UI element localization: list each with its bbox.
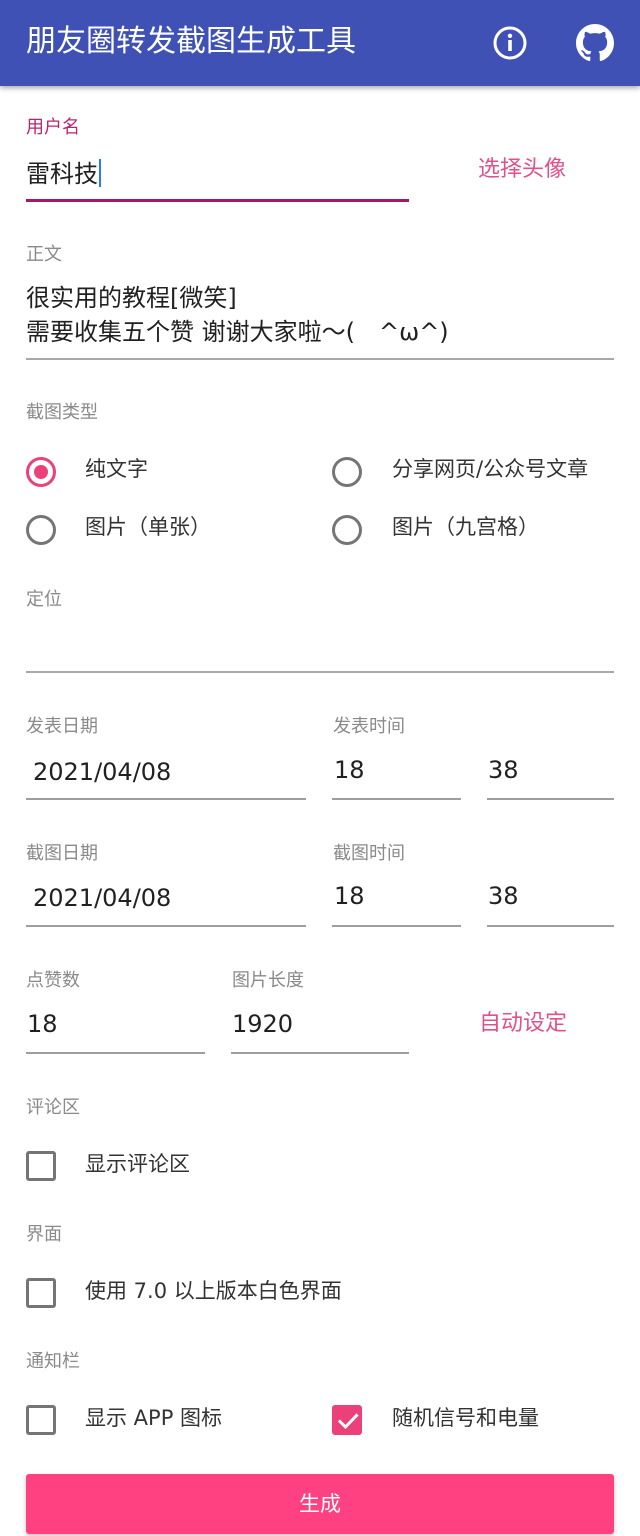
screenshot-type-label: 截图类型 [26,402,98,423]
radio-nine-grid[interactable] [332,515,362,545]
random-signal-checkbox[interactable] [332,1405,362,1435]
location-underline [26,671,614,673]
white-ui-label: 使用 7.0 以上版本白色界面 [85,1279,342,1303]
generate-button[interactable]: 生成 [26,1474,614,1534]
likes-underline [26,1052,205,1054]
info-icon[interactable] [492,25,528,61]
github-icon[interactable] [576,24,614,62]
shot-date-underline [26,925,306,927]
shot-date-label: 截图日期 [26,843,98,864]
likes-input[interactable]: 18 [27,1008,58,1040]
radio-single-image-label: 图片（单张） [85,515,211,539]
location-label: 定位 [26,589,62,610]
shot-hour-underline [332,925,461,927]
radio-text-only[interactable] [26,457,56,487]
image-length-label: 图片长度 [232,970,304,991]
checkmark-icon [337,1413,359,1430]
shot-minute-underline [487,925,614,927]
username-underline [26,199,409,202]
shot-minute-input[interactable]: 38 [488,880,519,912]
choose-avatar-button[interactable]: 选择头像 [478,155,566,185]
show-app-icon-checkbox[interactable] [26,1405,56,1435]
ui-section-label: 界面 [26,1224,62,1245]
post-date-underline [26,798,306,800]
username-input[interactable]: 雷科技 [26,158,101,190]
comments-section-label: 评论区 [26,1097,80,1118]
radio-single-image[interactable] [26,515,56,545]
show-app-icon-label: 显示 APP 图标 [85,1406,223,1430]
username-value: 雷科技 [26,160,98,188]
body-underline [26,358,614,360]
post-minute-input[interactable]: 38 [488,754,519,786]
post-date-input[interactable]: 2021/04/08 [33,756,171,788]
body-line-1: 很实用的教程[微笑] [26,284,237,312]
radio-share-webpage-label: 分享网页/公众号文章 [392,457,589,481]
show-comments-label: 显示评论区 [85,1152,190,1176]
post-hour-input[interactable]: 18 [334,754,365,786]
shot-time-label: 截图时间 [333,843,405,864]
post-date-label: 发表日期 [26,716,98,737]
shot-hour-input[interactable]: 18 [334,880,365,912]
image-length-underline [231,1052,409,1054]
post-minute-underline [487,798,614,800]
auto-set-button[interactable]: 自动设定 [479,1009,567,1039]
body-input[interactable]: 很实用的教程[微笑] 需要收集五个赞 谢谢大家啦～( ^ω^) [26,282,614,352]
body-label: 正文 [26,244,62,265]
statusbar-section-label: 通知栏 [26,1351,80,1372]
app-title: 朋友圈转发截图生成工具 [26,24,356,59]
random-signal-label: 随机信号和电量 [392,1406,539,1430]
likes-label: 点赞数 [26,970,80,991]
radio-nine-grid-label: 图片（九宫格） [392,515,539,539]
body-line-2: 需要收集五个赞 谢谢大家啦～( ^ω^) [26,318,449,346]
post-time-label: 发表时间 [333,716,405,737]
username-label: 用户名 [26,117,80,138]
white-ui-checkbox[interactable] [26,1278,56,1308]
radio-share-webpage[interactable] [332,457,362,487]
image-length-input[interactable]: 1920 [232,1008,293,1040]
text-caret [99,159,101,187]
radio-text-only-label: 纯文字 [85,457,148,481]
show-comments-checkbox[interactable] [26,1151,56,1181]
post-hour-underline [332,798,461,800]
location-input[interactable] [26,628,614,664]
shot-date-input[interactable]: 2021/04/08 [33,882,171,914]
app-bar: 朋友圈转发截图生成工具 [0,0,640,86]
